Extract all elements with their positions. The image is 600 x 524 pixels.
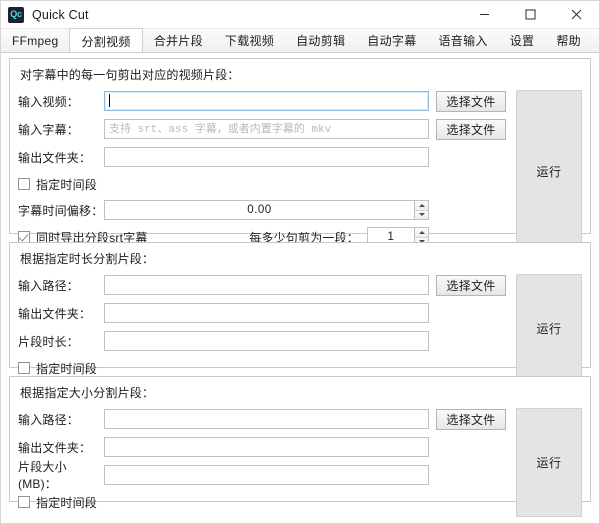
output-folder-field[interactable] xyxy=(104,147,429,167)
tab-auto-edit[interactable]: 自动剪辑 xyxy=(285,29,356,52)
tab-label: 帮助 xyxy=(556,34,581,48)
tab-settings[interactable]: 设置 xyxy=(499,29,546,52)
tab-label: 自动字幕 xyxy=(367,34,417,48)
time-offset-spinner[interactable]: 0.00 xyxy=(104,200,429,220)
group-split-by-subtitle: 对字幕中的每一句剪出对应的视频片段： 输入视频： 选择文件 输入字幕： 支持 s… xyxy=(9,58,591,252)
spinner-up-button[interactable] xyxy=(415,201,428,211)
caret-down-icon xyxy=(418,213,425,217)
input-path-label: 输入路径： xyxy=(18,278,80,293)
app-icon-text: Qc xyxy=(10,9,22,19)
app-window: Qc Quick Cut FFmpeg 分割视频 合并片段 下载视频 自动剪辑 … xyxy=(0,0,600,524)
clip-size-field[interactable] xyxy=(104,465,429,485)
choose-file-button-video[interactable]: 选择文件 xyxy=(436,90,506,112)
row-input-subtitle: 输入字幕： 选择文件 xyxy=(18,118,506,140)
input-subtitle-field[interactable] xyxy=(104,119,429,139)
window-title: Quick Cut xyxy=(32,7,89,22)
input-video-label: 输入视频： xyxy=(18,94,80,109)
group3-fields: 输入路径： 选择文件 输出文件夹： 片段大小(MB)： 指定时间段 xyxy=(18,408,506,517)
tab-bar-filler xyxy=(592,29,599,52)
row-clip-size: 片段大小(MB)： xyxy=(18,460,506,491)
time-offset-spinner-buttons xyxy=(414,200,429,220)
specify-time-range-label-3: 指定时间段 xyxy=(36,495,98,510)
row-input-path: 输入路径： 选择文件 xyxy=(18,408,506,430)
row-input-video: 输入视频： 选择文件 xyxy=(18,90,506,112)
group1-fields: 输入视频： 选择文件 输入字幕： 选择文件 输出文件夹： xyxy=(18,90,506,252)
group-title: 根据指定时长分割片段： xyxy=(20,252,155,266)
tab-label: 下载视频 xyxy=(224,34,275,48)
minimize-icon xyxy=(479,14,489,15)
maximize-icon xyxy=(525,9,535,20)
group-split-by-size: 根据指定大小分割片段： 输入路径： 选择文件 输出文件夹： 片段大小(MB)： xyxy=(9,376,591,517)
row-output-folder: 输出文件夹： xyxy=(18,146,506,168)
run-button-duration-split[interactable]: 运行 xyxy=(516,274,582,383)
tab-bar: FFmpeg 分割视频 合并片段 下载视频 自动剪辑 自动字幕 语音输入 设置 … xyxy=(1,28,599,53)
tab-merge-clips[interactable]: 合并片段 xyxy=(143,29,214,52)
input-path-label: 输入路径： xyxy=(18,412,80,427)
tab-split-video[interactable]: 分割视频 xyxy=(69,28,143,52)
input-path-field[interactable] xyxy=(104,409,429,429)
close-button[interactable] xyxy=(553,1,599,28)
clip-duration-field[interactable] xyxy=(104,331,429,351)
tab-label: FFmpeg xyxy=(12,33,59,48)
close-icon xyxy=(571,9,581,20)
row-specify-time-range-2: 指定时间段 xyxy=(18,358,506,378)
spinner-up-button[interactable] xyxy=(415,228,428,238)
tab-label: 语音输入 xyxy=(438,34,488,48)
group-split-by-duration: 根据指定时长分割片段： 输入路径： 选择文件 输出文件夹： 片段时长： 指定时间… xyxy=(9,242,591,383)
caret-up-icon xyxy=(418,230,425,234)
group2-fields: 输入路径： 选择文件 输出文件夹： 片段时长： 指定时间段 xyxy=(18,274,506,383)
specify-time-range-checkbox-1[interactable] xyxy=(18,178,30,190)
tab-download-video[interactable]: 下载视频 xyxy=(214,29,285,52)
group-title: 根据指定大小分割片段： xyxy=(20,386,155,400)
choose-file-button-subtitle[interactable]: 选择文件 xyxy=(436,118,506,140)
app-icon: Qc xyxy=(8,6,24,23)
row-output-folder: 输出文件夹： xyxy=(18,302,506,324)
output-folder-label: 输出文件夹： xyxy=(18,440,92,455)
window-controls xyxy=(461,1,599,28)
maximize-button[interactable] xyxy=(507,1,553,28)
spinner-down-button[interactable] xyxy=(415,210,428,219)
tab-help[interactable]: 帮助 xyxy=(545,29,592,52)
row-time-offset: 字幕时间偏移： 0.00 xyxy=(18,199,506,221)
time-offset-label: 字幕时间偏移： xyxy=(18,203,104,218)
choose-file-button[interactable]: 选择文件 xyxy=(436,274,506,296)
clip-duration-label: 片段时长： xyxy=(18,334,80,349)
run-button-size-split[interactable]: 运行 xyxy=(516,408,582,517)
specify-time-range-checkbox-2[interactable] xyxy=(18,362,30,374)
caret-up-icon xyxy=(418,203,425,207)
tab-auto-subtitle[interactable]: 自动字幕 xyxy=(356,29,427,52)
title-bar: Qc Quick Cut xyxy=(1,1,599,29)
run-button-subtitle-split[interactable]: 运行 xyxy=(516,90,582,252)
group-title: 对字幕中的每一句剪出对应的视频片段： xyxy=(20,68,240,82)
tab-label: 分割视频 xyxy=(81,34,131,49)
input-path-field[interactable] xyxy=(104,275,429,295)
row-input-path: 输入路径： 选择文件 xyxy=(18,274,506,296)
time-offset-value[interactable]: 0.00 xyxy=(104,200,414,220)
row-specify-time-range-3: 指定时间段 xyxy=(18,492,506,512)
row-clip-duration: 片段时长： xyxy=(18,330,506,352)
tab-label: 设置 xyxy=(509,34,535,48)
input-video-field[interactable] xyxy=(104,91,429,111)
tab-label: 合并片段 xyxy=(153,34,203,48)
tab-label: 自动剪辑 xyxy=(296,34,346,48)
tab-ffmpeg[interactable]: FFmpeg xyxy=(1,29,69,52)
tab-content-split-video: 对字幕中的每一句剪出对应的视频片段： 输入视频： 选择文件 输入字幕： 支持 s… xyxy=(1,53,599,517)
input-subtitle-label: 输入字幕： xyxy=(18,122,80,137)
output-folder-field[interactable] xyxy=(104,303,429,323)
specify-time-range-label-2: 指定时间段 xyxy=(36,361,98,376)
output-folder-label: 输出文件夹： xyxy=(18,306,92,321)
output-folder-field[interactable] xyxy=(104,437,429,457)
text-caret xyxy=(109,94,110,107)
specify-time-range-checkbox-3[interactable] xyxy=(18,496,30,508)
row-specify-time-range-1[interactable]: 指定时间段 xyxy=(18,174,506,194)
specify-time-range-label-1: 指定时间段 xyxy=(36,177,98,192)
output-folder-label: 输出文件夹： xyxy=(18,150,92,165)
minimize-button[interactable] xyxy=(461,1,507,28)
clip-size-label: 片段大小(MB)： xyxy=(18,460,67,491)
choose-file-button[interactable]: 选择文件 xyxy=(436,408,506,430)
tab-voice-input[interactable]: 语音输入 xyxy=(428,29,499,52)
row-output-folder: 输出文件夹： xyxy=(18,436,506,458)
